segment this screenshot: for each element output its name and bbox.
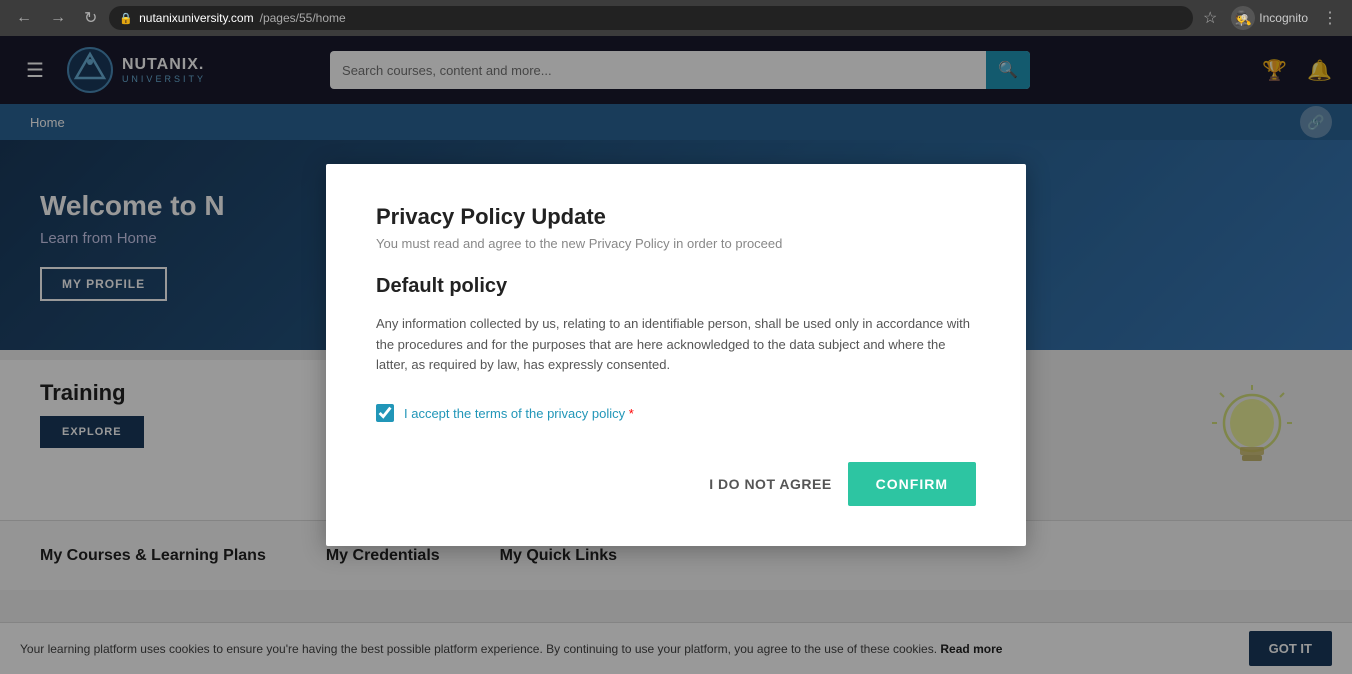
checkbox-row: I accept the terms of the privacy policy… (376, 404, 976, 422)
bookmark-button[interactable]: ☆ (1199, 4, 1221, 32)
address-bar[interactable]: 🔒 nutanixuniversity.com /pages/55/home (109, 6, 1193, 30)
lock-icon: 🔒 (119, 12, 133, 25)
browser-menu-button[interactable]: ⋮ (1318, 4, 1342, 32)
url-path: /pages/55/home (260, 11, 346, 25)
browser-chrome: ← → ↻ 🔒 nutanixuniversity.com /pages/55/… (0, 0, 1352, 36)
confirm-button[interactable]: CONFIRM (848, 462, 976, 506)
incognito-area: 🕵 Incognito (1227, 2, 1312, 34)
checkbox-label-text: I accept the terms of the privacy policy (404, 406, 625, 421)
modal-subtitle: You must read and agree to the new Priva… (376, 236, 976, 251)
modal-overlay: Privacy Policy Update You must read and … (0, 36, 1352, 674)
privacy-modal: Privacy Policy Update You must read and … (326, 164, 1026, 546)
policy-title: Default policy (376, 275, 976, 298)
checkbox-label: I accept the terms of the privacy policy… (404, 406, 634, 421)
back-button[interactable]: ← (10, 5, 38, 31)
policy-text: Any information collected by us, relatin… (376, 314, 976, 376)
modal-actions: I DO NOT AGREE CONFIRM (376, 462, 976, 506)
do-not-agree-button[interactable]: I DO NOT AGREE (709, 476, 831, 492)
incognito-label: Incognito (1259, 11, 1308, 25)
required-star: * (629, 406, 634, 421)
reload-button[interactable]: ↻ (78, 4, 103, 32)
incognito-avatar: 🕵 (1231, 6, 1255, 30)
modal-title: Privacy Policy Update (376, 204, 976, 230)
accept-policy-checkbox[interactable] (376, 404, 394, 422)
forward-button[interactable]: → (44, 5, 72, 31)
url-domain: nutanixuniversity.com (139, 11, 254, 25)
